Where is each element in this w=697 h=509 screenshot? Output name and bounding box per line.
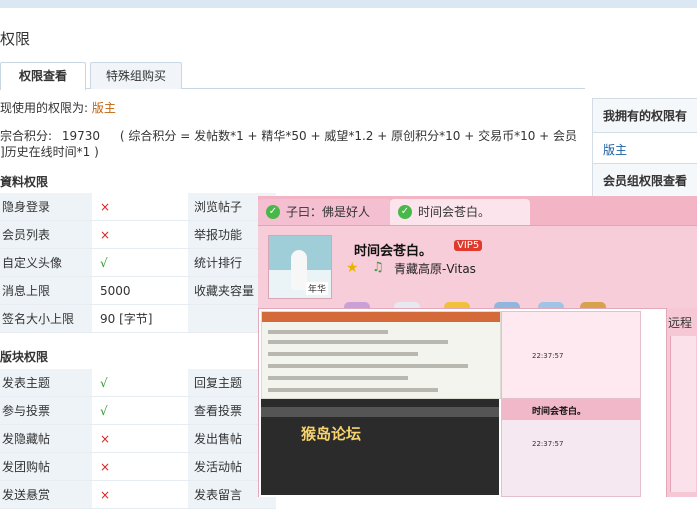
- permission-name: 消息上限: [0, 276, 92, 305]
- screenshot-forum-title: 猴岛论坛: [301, 425, 362, 443]
- permission-value: ×: [92, 220, 188, 249]
- permission-name: 会员列表: [0, 220, 92, 249]
- shared-screenshot-chat: 22:37:57 +: [501, 311, 641, 399]
- table-row: 隐身登录 × 浏览帖子: [0, 193, 276, 221]
- tab-special-group-buy[interactable]: 特殊组购买: [90, 62, 182, 89]
- screenshot-row: [268, 364, 468, 368]
- table-row: 参与投票 √ 查看投票: [0, 396, 276, 425]
- vip-badge: VIP5: [454, 240, 483, 251]
- score-formula-cont: ]历史在线时间*1 ): [0, 145, 99, 159]
- permission-name: 自定义头像: [0, 248, 92, 277]
- current-permission-value: 版主: [91, 101, 116, 115]
- permission-value: ×: [92, 452, 188, 481]
- table-row: 签名大小上限 90 [字节]: [0, 304, 276, 333]
- own-permission-box: 我拥有的权限有 版主: [592, 98, 697, 167]
- own-permission-value[interactable]: 版主: [593, 133, 697, 166]
- board-permission-table: 发表主题 √ 回复主题 参与投票 √ 查看投票 发隐藏帖 × 发出售帖 发团购帖 × 发活动帖 发送悬赏…: [0, 369, 276, 509]
- table-row: 会员列表 × 举报功能: [0, 220, 276, 249]
- screenshot-row: [268, 340, 448, 344]
- screenshot-chat-header: 时间会苍白。: [502, 400, 640, 420]
- permission-value: √: [92, 369, 188, 397]
- table-row: 消息上限 5000 收藏夹容量: [0, 276, 276, 305]
- permission-value: 90 [字节]: [92, 304, 188, 333]
- permission-name: 参与投票: [0, 396, 92, 425]
- screenshot-row: [268, 376, 408, 380]
- permission-name: 发隐藏帖: [0, 424, 92, 453]
- table-row: 发表主题 √ 回复主题: [0, 369, 276, 397]
- contact-signature: 青藏高原-Vitas: [394, 262, 476, 276]
- star-icon: ★: [346, 260, 359, 276]
- screenshot-time: 22:37:57: [532, 352, 564, 360]
- score-formula: ( 综合积分 = 发帖数*1 + 精华*50 + 威望*1.2 + 原创积分*1…: [119, 129, 578, 143]
- permission-value: ×: [92, 480, 188, 509]
- section-data-permission: 資料权限: [0, 175, 49, 189]
- top-strip: [0, 0, 697, 8]
- table-row: 发隐藏帖 × 发出售帖: [0, 424, 276, 453]
- chat-message-area[interactable]: 22:37:57 + 猴岛论坛 时间会苍白。 22:37:57: [258, 308, 667, 497]
- music-icon: ♫: [372, 260, 384, 275]
- permission-value: ×: [92, 424, 188, 453]
- avatar-figure: [291, 250, 307, 290]
- qq-chat-window: ✓ 子曰：佛是好人 ✓ 时间会苍白。 年华 时间会苍白。 VIP5 ★ ♫ 青藏…: [258, 196, 697, 497]
- side-panel: [670, 336, 696, 492]
- data-permission-table: 隐身登录 × 浏览帖子 会员列表 × 举报功能 自定义头像 √ 统计排行 消息上限 5000 收藏夹容…: [0, 193, 276, 333]
- contact-nickname: 时间会苍白。: [354, 244, 433, 259]
- permission-value: ×: [92, 193, 188, 221]
- score-label: 宗合积分:: [0, 129, 53, 143]
- shared-screenshot-chat-2: 时间会苍白。 22:37:57: [501, 399, 641, 497]
- online-check-icon: ✓: [266, 205, 280, 219]
- screenshot-row: [268, 352, 418, 356]
- current-permission-line: 现使用的权限为: 版主: [0, 99, 116, 116]
- permission-value: √: [92, 248, 188, 277]
- chat-tab-1-label: 子曰：佛是好人: [286, 205, 371, 219]
- chat-tab-strip: ✓ 子曰：佛是好人 ✓ 时间会苍白。: [258, 196, 697, 226]
- current-permission-label: 现使用的权限为:: [0, 101, 89, 115]
- screenshot-row: [268, 388, 438, 392]
- own-permission-title: 我拥有的权限有: [593, 99, 697, 133]
- table-row: 发团购帖 × 发活动帖: [0, 452, 276, 481]
- screenshot-nav-bar: [261, 407, 499, 417]
- score-value: 19730: [61, 129, 101, 143]
- permission-name: 隐身登录: [0, 193, 92, 221]
- section-board-permission: 版块权限: [0, 350, 49, 364]
- chat-tab-2[interactable]: ✓ 时间会苍白。: [390, 199, 530, 225]
- permission-name: 签名大小上限: [0, 304, 92, 333]
- permission-name: 发表主题: [0, 369, 92, 397]
- screenshot-chat-time: 22:37:57: [532, 440, 564, 448]
- contact-avatar[interactable]: 年华: [268, 235, 332, 299]
- chat-tab-2-label: 时间会苍白。: [418, 205, 491, 219]
- group-permission-title[interactable]: 会员组权限查看: [593, 164, 697, 198]
- avatar-tag: 年华: [305, 282, 328, 295]
- table-row: 自定义头像 √ 统计排行: [0, 248, 276, 277]
- table-row: 发送悬赏 × 发表留言: [0, 480, 276, 509]
- tab-permission-view[interactable]: 权限查看: [0, 62, 86, 90]
- screenshot-header-bar: [262, 312, 500, 322]
- online-check-icon: ✓: [398, 205, 412, 219]
- permission-value: √: [92, 396, 188, 425]
- shared-screenshot-forum: 猴岛论坛: [261, 399, 499, 495]
- chat-header: 年华 时间会苍白。 VIP5 ★ ♫ 青藏高原-Vitas ▼ ▼ ▼ ▼: [258, 226, 697, 328]
- remote-panel-label: 远程: [668, 316, 693, 330]
- tab-bar: 权限查看 特殊组购买: [0, 60, 585, 90]
- permission-name: 发送悬赏: [0, 480, 92, 509]
- screenshot-chat-nick: 时间会苍白。: [532, 407, 587, 417]
- chat-tab-1[interactable]: ✓ 子曰：佛是好人: [258, 199, 392, 225]
- score-line: 宗合积分: 19730 ( 综合积分 = 发帖数*1 + 精华*50 + 威望*…: [0, 127, 577, 144]
- permission-name: 发团购帖: [0, 452, 92, 481]
- page-title: 权限: [0, 30, 31, 48]
- shared-screenshot-forum-list: [261, 311, 501, 399]
- group-permission-box: 会员组权限查看: [592, 163, 697, 199]
- permission-value: 5000: [92, 276, 188, 305]
- screenshot-row: [268, 330, 388, 334]
